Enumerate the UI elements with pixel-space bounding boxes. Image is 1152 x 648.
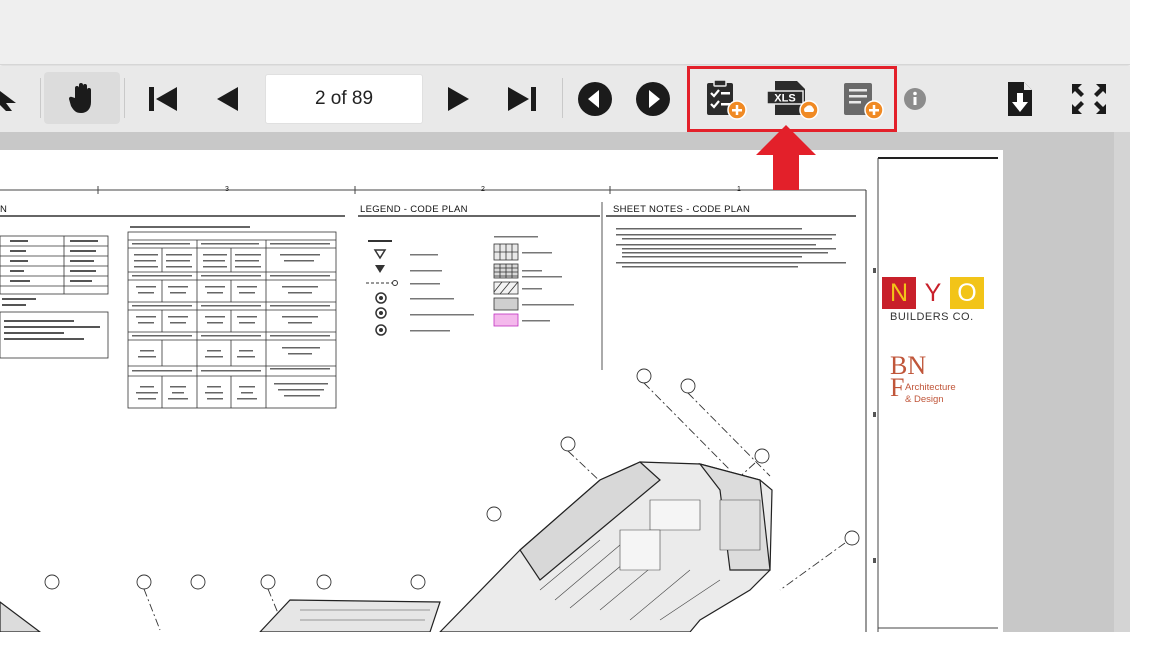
pan-tool-button[interactable]: [44, 72, 120, 124]
column-number: 1: [737, 186, 742, 193]
select-tool-button[interactable]: [0, 84, 16, 112]
navigate-forward-button[interactable]: [634, 80, 672, 118]
previous-page-icon: [217, 87, 238, 111]
column-number: 2: [481, 186, 486, 193]
circle-back-icon: [578, 82, 612, 116]
bnf-subtitle-line1: Architecture: [905, 382, 956, 393]
download-icon: [1008, 82, 1032, 116]
download-button[interactable]: [1004, 80, 1038, 118]
column-number: 3: [225, 186, 230, 193]
hand-pan-icon: [68, 83, 91, 113]
nyo-subtitle: BUILDERS CO.: [890, 311, 974, 323]
export-xls-button[interactable]: XLS: [764, 76, 824, 122]
red-pointer-arrow: [756, 125, 816, 190]
fullscreen-icon: [1072, 84, 1106, 114]
nyo-letter-y: Y: [916, 277, 950, 309]
document-add-icon: [844, 83, 884, 120]
partial-section-title: N: [0, 204, 8, 215]
nyo-letter-o: O: [950, 277, 984, 309]
app-top-bar: [0, 0, 1130, 65]
info-icon: [904, 88, 926, 110]
toolbar-separator: [40, 78, 41, 118]
page-number-input[interactable]: 2 of 89: [265, 74, 423, 124]
select-arrow-icon: [0, 91, 16, 111]
navigate-back-button[interactable]: [576, 80, 614, 118]
svg-text:XLS: XLS: [774, 93, 795, 105]
window-edge: [1130, 0, 1152, 648]
last-page-button[interactable]: [504, 84, 540, 114]
first-page-button[interactable]: [145, 84, 181, 114]
add-document-button[interactable]: [838, 76, 888, 122]
next-page-icon: [448, 87, 469, 111]
toolbar-separator: [562, 78, 563, 118]
first-page-icon: [149, 87, 177, 111]
toolbar-separator: [124, 78, 125, 118]
fullscreen-button[interactable]: [1068, 80, 1110, 118]
next-page-button[interactable]: [444, 84, 474, 114]
add-checklist-button[interactable]: [702, 76, 750, 122]
vertical-scrollbar[interactable]: [1114, 132, 1130, 632]
nyo-letter-n: N: [882, 277, 916, 309]
bnf-subtitle-line2: & Design: [905, 394, 944, 405]
circle-forward-icon: [636, 82, 670, 116]
legend-title: LEGEND - CODE PLAN: [360, 204, 468, 215]
sheet-notes-title: SHEET NOTES - CODE PLAN: [613, 204, 751, 215]
info-button[interactable]: [902, 86, 928, 112]
nyo-logo: N Y O: [882, 277, 984, 309]
viewer-bottom-strip: [0, 632, 1130, 648]
xls-export-icon: XLS: [766, 81, 819, 120]
bnf-subtitle: Architecture & Design: [905, 382, 956, 406]
checklist-add-icon: [707, 79, 747, 120]
previous-page-button[interactable]: [212, 84, 242, 114]
last-page-icon: [508, 87, 536, 111]
sheet-drawing: [0, 157, 998, 632]
